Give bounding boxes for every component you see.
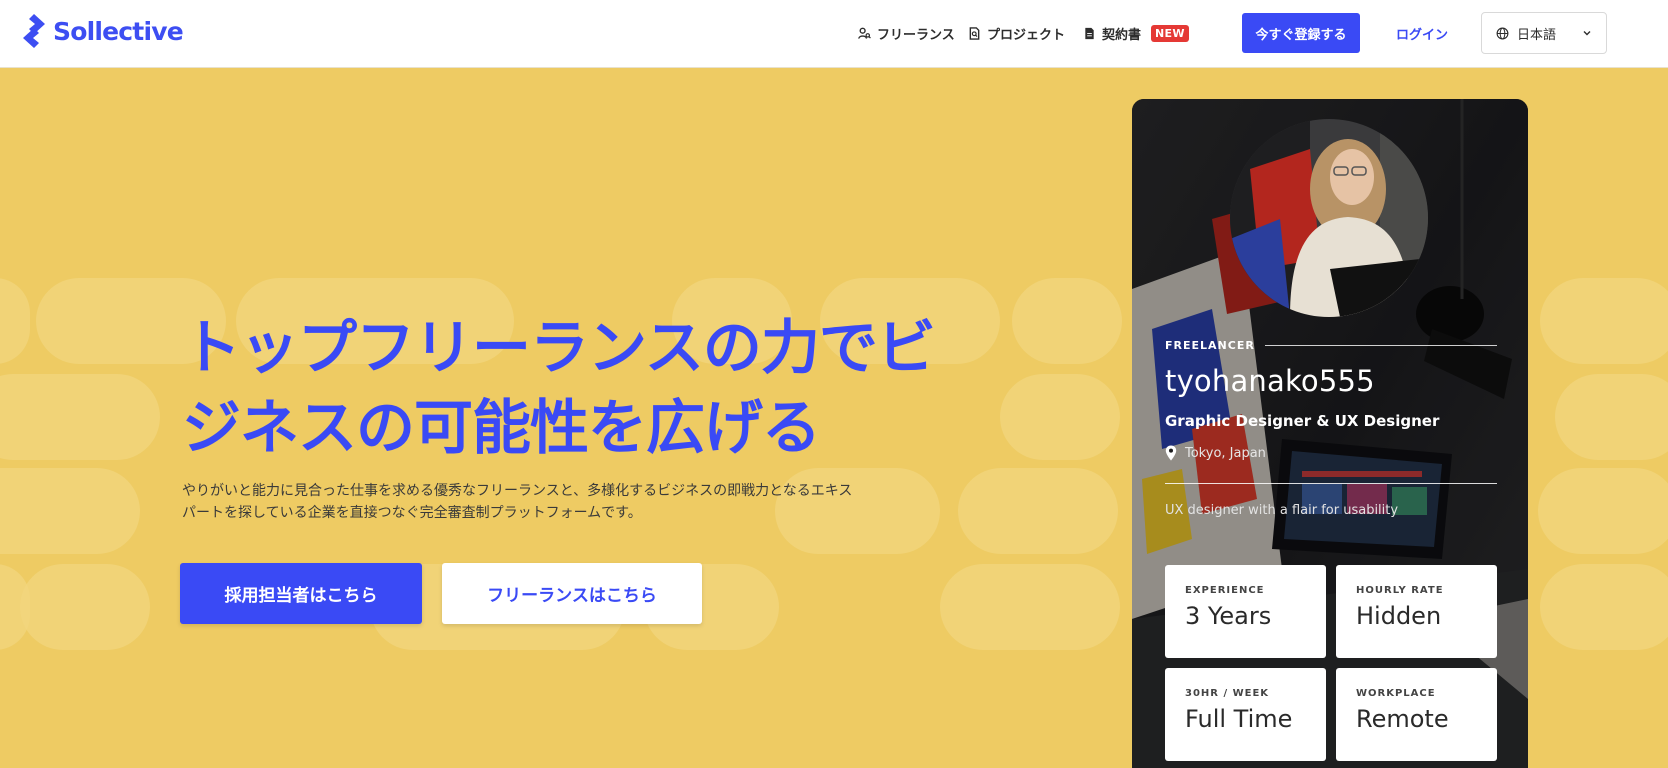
stat-label: 30HR / WEEK bbox=[1185, 688, 1270, 699]
chevron-down-icon bbox=[1583, 31, 1591, 36]
stat-value: Remote bbox=[1356, 705, 1449, 733]
freelancer-profile-card[interactable]: FREELANCER tyohanako555 Graphic Designer… bbox=[1132, 99, 1528, 768]
document-search-icon bbox=[969, 27, 980, 40]
new-badge: NEW bbox=[1151, 25, 1189, 42]
brand-name: Sollective bbox=[53, 16, 184, 46]
hero-title-line1: トップフリーランスの力でビ bbox=[182, 313, 936, 382]
nav-contract[interactable]: 契約書 NEW bbox=[1083, 24, 1189, 43]
freelancer-avatar[interactable] bbox=[1230, 119, 1428, 317]
sollective-logo-icon bbox=[23, 14, 45, 48]
card-label-divider bbox=[1264, 345, 1497, 346]
hero-desc-line2: パートを探している企業を直接つなぐ完全審査制プラットフォームです。 bbox=[182, 505, 642, 521]
nav-freelance[interactable]: フリーランス bbox=[858, 24, 955, 43]
freelancer-username: tyohanako555 bbox=[1165, 364, 1375, 398]
location-text: Tokyo, Japan bbox=[1185, 445, 1266, 461]
stat-workplace: WORKPLACE Remote bbox=[1336, 668, 1497, 761]
stat-experience: EXPERIENCE 3 Years bbox=[1165, 565, 1326, 658]
document-icon bbox=[1085, 27, 1094, 40]
hero-desc-line1: やりがいと能力に見合った仕事を求める優秀なフリーランスと、多様化するビジネスの即… bbox=[182, 483, 853, 499]
hero-description: やりがいと能力に見合った仕事を求める優秀なフリーランスと、多様化するビジネスの即… bbox=[182, 480, 882, 524]
card-divider bbox=[1165, 483, 1497, 484]
stat-value: Hidden bbox=[1356, 602, 1442, 630]
language-select[interactable]: 日本語 bbox=[1481, 12, 1607, 54]
site-header: Sollective フリーランス プロジェクト 契約書 NEW 今すぐ登録する… bbox=[0, 0, 1668, 68]
freelancer-tagline: UX designer with a flair for usability bbox=[1165, 503, 1399, 518]
hero-title-line2: ジネスの可能性を広げる bbox=[182, 393, 821, 462]
stat-label: WORKPLACE bbox=[1356, 688, 1436, 699]
employer-button[interactable]: 採用担当者はこちら bbox=[180, 563, 422, 624]
hero-title: トップフリーランスの力でビ ジネスの可能性を広げる bbox=[182, 308, 952, 468]
card-category-label: FREELANCER bbox=[1165, 339, 1497, 352]
freelancer-role: Graphic Designer & UX Designer bbox=[1165, 412, 1440, 430]
nav-contract-label: 契約書 bbox=[1102, 28, 1142, 43]
stat-value: 3 Years bbox=[1185, 602, 1272, 630]
login-link[interactable]: ログイン bbox=[1396, 24, 1448, 43]
card-label-text: FREELANCER bbox=[1165, 339, 1255, 352]
register-button[interactable]: 今すぐ登録する bbox=[1242, 13, 1360, 53]
stat-label: HOURLY RATE bbox=[1356, 585, 1444, 596]
stat-hourly-rate: HOURLY RATE Hidden bbox=[1336, 565, 1497, 658]
freelancer-button[interactable]: フリーランスはこちら bbox=[442, 563, 702, 624]
nav-project-label: プロジェクト bbox=[987, 28, 1066, 43]
location-pin-icon bbox=[1165, 445, 1177, 461]
user-search-icon bbox=[858, 27, 871, 39]
stat-hours-per-week: 30HR / WEEK Full Time bbox=[1165, 668, 1326, 761]
globe-icon bbox=[1496, 27, 1509, 39]
language-selected: 日本語 bbox=[1517, 27, 1557, 43]
stat-label: EXPERIENCE bbox=[1185, 585, 1265, 596]
stat-value: Full Time bbox=[1185, 705, 1293, 733]
nav-freelance-label: フリーランス bbox=[877, 28, 955, 43]
nav-project[interactable]: プロジェクト bbox=[968, 24, 1065, 43]
freelancer-location: Tokyo, Japan bbox=[1165, 445, 1266, 461]
brand-logo[interactable]: Sollective bbox=[21, 13, 184, 49]
